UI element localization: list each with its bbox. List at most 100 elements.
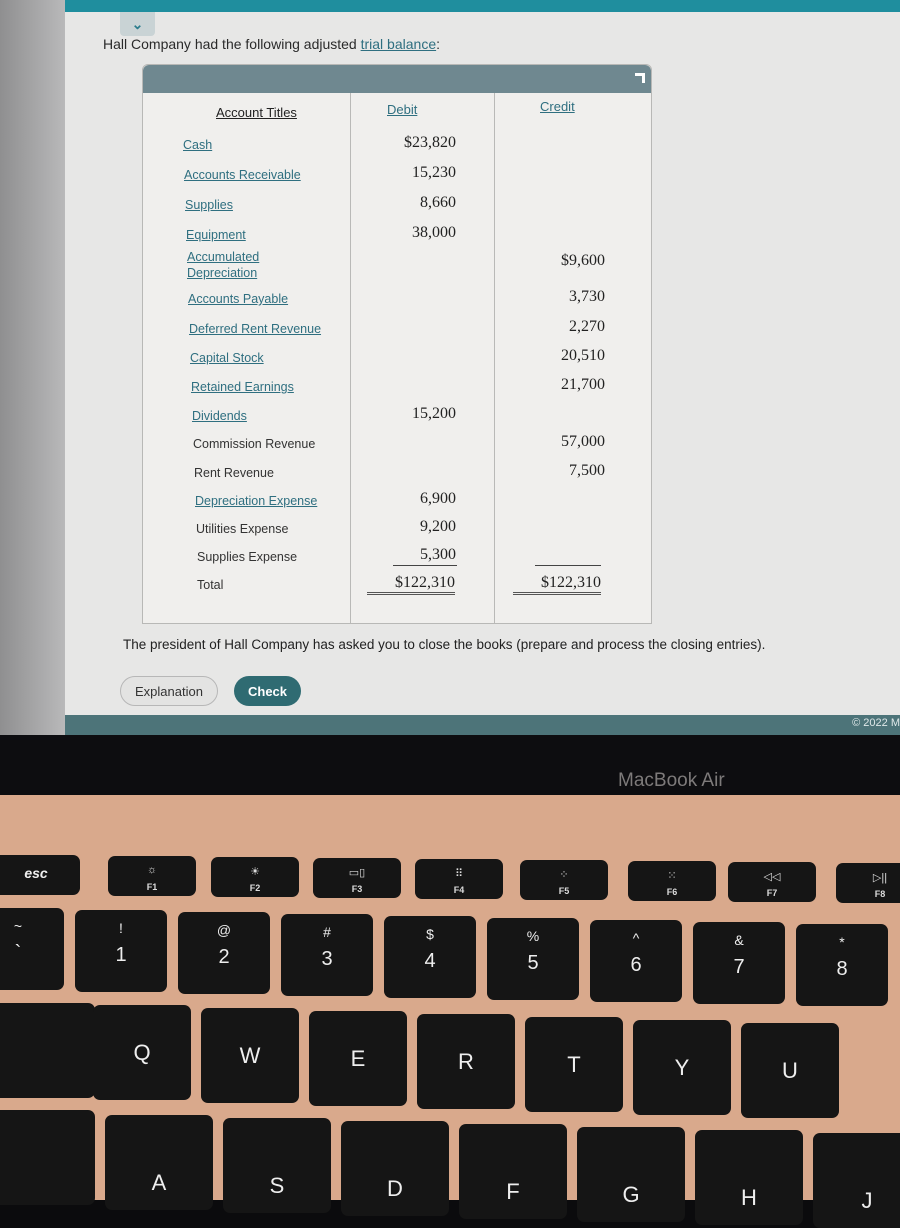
header-debit[interactable]: Debit bbox=[387, 102, 417, 117]
copyright-text: © 2022 M bbox=[852, 717, 900, 729]
function-key-f5[interactable]: ⁘ F5 bbox=[520, 860, 608, 900]
number-key[interactable]: * 8 bbox=[796, 924, 888, 1006]
number-key[interactable]: ~ ` bbox=[0, 908, 64, 990]
letter-key-a[interactable]: A bbox=[105, 1115, 213, 1210]
function-key-icon: ▭▯ bbox=[348, 867, 366, 879]
credit-amount: $9,600 bbox=[561, 252, 605, 269]
debit-amount: 15,230 bbox=[412, 164, 456, 181]
table-row: Dividends 15,200 bbox=[143, 405, 651, 432]
letter-key-y[interactable]: Y bbox=[633, 1020, 731, 1115]
account-title[interactable]: Capital Stock bbox=[190, 350, 264, 366]
table-row: Utilities Expense 9,200 bbox=[143, 518, 651, 545]
key-label: A bbox=[151, 1170, 167, 1195]
letter-key-q[interactable]: Q bbox=[93, 1005, 191, 1100]
function-key-f3[interactable]: ▭▯ F3 bbox=[313, 858, 401, 898]
table-row: Retained Earnings 21,700 bbox=[143, 376, 651, 403]
table-row: Depreciation Expense 6,900 bbox=[143, 490, 651, 517]
account-title[interactable]: Deferred Rent Revenue bbox=[189, 321, 321, 337]
function-key-icon: ⁙ bbox=[667, 870, 677, 882]
account-title: Commission Revenue bbox=[193, 437, 316, 451]
debit-amount: $23,820 bbox=[404, 134, 456, 151]
collapse-toggle[interactable]: ⌄ bbox=[120, 12, 155, 36]
number-key[interactable]: ^ 6 bbox=[590, 920, 682, 1002]
number-key[interactable]: $4 bbox=[384, 916, 476, 998]
account-title: Supplies Expense bbox=[197, 550, 298, 564]
header-credit[interactable]: Credit bbox=[540, 99, 575, 114]
letter-key-r[interactable]: R bbox=[417, 1014, 515, 1109]
check-button[interactable]: Check bbox=[234, 676, 301, 706]
total-row: Total $122,310 $122,310 bbox=[143, 574, 651, 601]
key-number: 2 bbox=[218, 946, 230, 968]
number-key[interactable]: & 7 bbox=[693, 922, 785, 1004]
function-key-f8[interactable]: ▷|| F8 bbox=[836, 863, 900, 903]
key-label: G bbox=[622, 1182, 640, 1207]
browser-screen: ⌄ Hall Company had the following adjuste… bbox=[65, 0, 900, 735]
key-number: 5 bbox=[527, 952, 539, 974]
key-label: F2 bbox=[249, 883, 261, 893]
key-symbol: # bbox=[323, 924, 331, 940]
key-label: Y bbox=[674, 1054, 690, 1080]
account-title[interactable]: Accounts Receivable bbox=[184, 167, 301, 183]
letter-key-h[interactable]: H bbox=[695, 1130, 803, 1225]
account-title[interactable]: Accounts Payable bbox=[188, 291, 288, 307]
account-title[interactable]: Accumulated Depreciation bbox=[187, 249, 277, 281]
key-label: E bbox=[350, 1045, 366, 1071]
credit-amount: 7,500 bbox=[569, 462, 605, 479]
key-label: F6 bbox=[666, 887, 678, 897]
letter-key-f[interactable]: F bbox=[459, 1124, 567, 1219]
key-number: 7 bbox=[733, 956, 745, 978]
key-label: H bbox=[741, 1185, 757, 1210]
account-title[interactable]: Cash bbox=[183, 137, 212, 153]
key-number: 3 bbox=[321, 948, 333, 970]
letter-key-s[interactable]: S bbox=[223, 1118, 331, 1213]
account-title: Rent Revenue bbox=[194, 466, 274, 480]
function-key-f2[interactable]: ☀ F2 bbox=[211, 857, 299, 897]
letter-key-t[interactable]: T bbox=[525, 1017, 623, 1112]
account-title[interactable]: Equipment bbox=[186, 227, 246, 243]
caps-lock-key[interactable] bbox=[0, 1110, 95, 1205]
key-number: 6 bbox=[630, 954, 642, 976]
account-title[interactable]: Depreciation Expense bbox=[195, 493, 317, 509]
function-key-f7[interactable]: ◁◁ F7 bbox=[728, 862, 816, 902]
footer-band bbox=[65, 715, 900, 735]
letter-key-e[interactable]: E bbox=[309, 1011, 407, 1106]
explanation-button[interactable]: Explanation bbox=[120, 676, 218, 706]
letter-key-j[interactable]: J bbox=[813, 1133, 900, 1228]
table-row: Supplies 8,660 bbox=[143, 194, 651, 221]
debit-amount: 6,900 bbox=[420, 490, 456, 507]
key-label: D bbox=[387, 1176, 403, 1201]
intro-suffix: : bbox=[436, 36, 440, 52]
function-key-f6[interactable]: ⁙ F6 bbox=[628, 861, 716, 901]
key-symbol: @ bbox=[216, 922, 232, 938]
key-label: F3 bbox=[351, 884, 363, 894]
letter-key-d[interactable]: D bbox=[341, 1121, 449, 1216]
account-title[interactable]: Retained Earnings bbox=[191, 379, 294, 395]
letter-key-g[interactable]: G bbox=[577, 1127, 685, 1222]
account-title[interactable]: Dividends bbox=[192, 408, 247, 424]
trial-balance-link[interactable]: trial balance bbox=[361, 36, 437, 52]
number-key[interactable]: % 5 bbox=[487, 918, 579, 1000]
tab-key[interactable] bbox=[0, 1003, 95, 1098]
key-label: U bbox=[782, 1057, 798, 1083]
function-key-f1[interactable]: ☼ F1 bbox=[108, 856, 196, 896]
letter-key-w[interactable]: W bbox=[201, 1008, 299, 1103]
key-symbol: & bbox=[734, 932, 744, 948]
key-number: 8 bbox=[836, 958, 848, 980]
function-key-icon: ⁘ bbox=[559, 869, 569, 881]
table-row: Accumulated Depreciation $9,600 bbox=[143, 250, 651, 280]
key-symbol: ^ bbox=[632, 930, 640, 946]
function-key-f4[interactable]: ⠿ F4 bbox=[415, 859, 503, 899]
credit-amount: 21,700 bbox=[561, 376, 605, 393]
esc-key[interactable]: esc bbox=[0, 855, 80, 895]
expand-icon[interactable] bbox=[635, 73, 645, 83]
number-key[interactable]: #3 bbox=[281, 914, 373, 996]
question-text: The president of Hall Company has asked … bbox=[123, 637, 766, 652]
key-label: R bbox=[458, 1048, 474, 1074]
account-title[interactable]: Supplies bbox=[185, 197, 233, 213]
key-number: ` bbox=[14, 942, 22, 964]
table-header-bar bbox=[143, 65, 651, 93]
letter-key-u[interactable]: U bbox=[741, 1023, 839, 1118]
number-key[interactable]: @2 bbox=[178, 912, 270, 994]
function-key-icon: ☀ bbox=[250, 866, 260, 878]
number-key[interactable]: ! 1 bbox=[75, 910, 167, 992]
